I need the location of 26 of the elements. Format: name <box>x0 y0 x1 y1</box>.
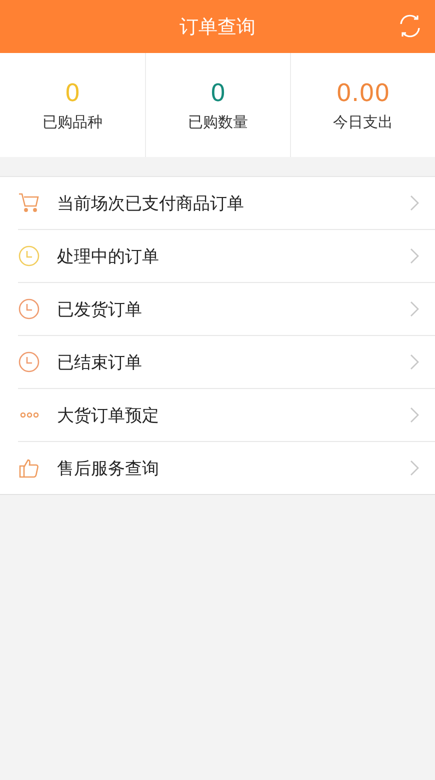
chevron-icon <box>410 354 419 370</box>
menu-item[interactable]: 已结束订单 <box>18 335 435 388</box>
chevron-icon <box>410 460 419 476</box>
clock-icon <box>18 351 40 373</box>
chevron-icon <box>410 407 419 423</box>
thumbs-up-icon <box>18 457 40 479</box>
stat-value: 0.00 <box>336 78 390 106</box>
stat-value: 0 <box>210 78 226 106</box>
stat-label: 今日支出 <box>333 112 393 132</box>
menu-item[interactable]: 大货订单预定 <box>18 388 435 441</box>
stat-label: 已购品种 <box>42 112 102 132</box>
cart-icon <box>18 192 40 214</box>
chevron-icon <box>410 301 419 317</box>
menu-item[interactable]: 售后服务查询 <box>18 441 435 494</box>
stat-label: 已购数量 <box>188 112 248 132</box>
menu-item[interactable]: 处理中的订单 <box>18 229 435 282</box>
menu-item[interactable]: 当前场次已支付商品订单 <box>18 177 435 229</box>
menu-item[interactable]: 已发货订单 <box>18 282 435 335</box>
chevron-icon <box>410 195 419 211</box>
clock-icon <box>18 298 40 320</box>
page-title: 订单查询 <box>180 14 256 40</box>
clock-icon <box>18 245 40 267</box>
refresh-icon[interactable] <box>397 13 423 39</box>
chevron-icon <box>410 248 419 264</box>
stat-value: 0 <box>64 78 80 106</box>
dots-icon <box>20 412 38 418</box>
